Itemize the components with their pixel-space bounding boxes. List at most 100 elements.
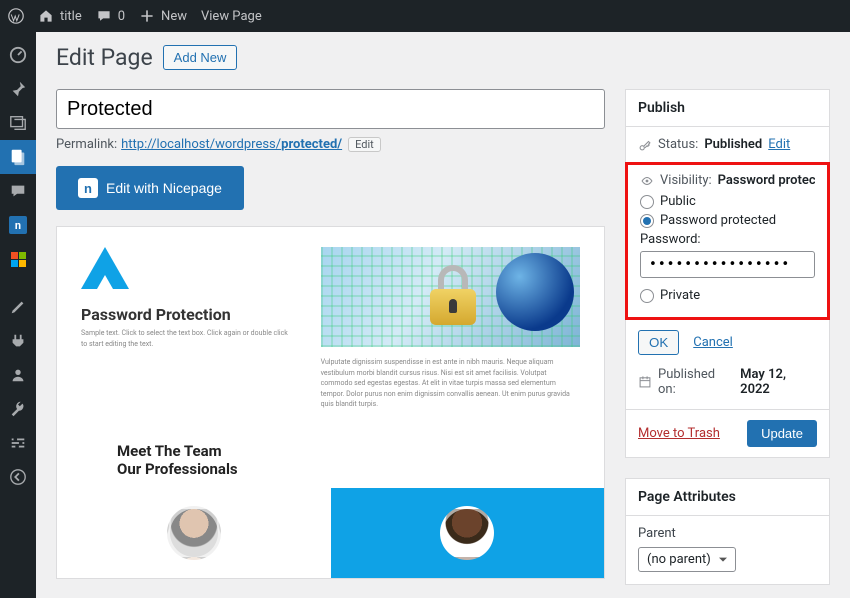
users-icon bbox=[9, 366, 27, 384]
password-input[interactable] bbox=[640, 251, 815, 278]
status-row: Status: Published Edit bbox=[638, 137, 817, 152]
status-label: Status: bbox=[658, 137, 698, 152]
radio-label: Private bbox=[660, 288, 700, 303]
view-page-label: View Page bbox=[201, 9, 262, 24]
media-icon bbox=[9, 114, 27, 132]
visibility-panel-highlighted: Visibility: Password protected Public Pa… bbox=[625, 162, 830, 320]
eye-icon bbox=[640, 174, 654, 188]
permalink-label: Permalink: bbox=[56, 137, 117, 152]
published-value: May 12, 2022 bbox=[740, 367, 817, 397]
page-title-input[interactable] bbox=[56, 89, 605, 129]
preview-hero-image bbox=[321, 247, 580, 347]
calendar-icon bbox=[638, 375, 652, 389]
visibility-ok-button[interactable]: OK bbox=[638, 330, 679, 355]
microsoft-icon bbox=[11, 252, 26, 267]
sidebar-item-nicepage[interactable]: n bbox=[0, 208, 36, 242]
editor-main-column: Permalink: http://localhost/wordpress/pr… bbox=[56, 89, 605, 579]
plus-icon bbox=[139, 8, 155, 24]
team-cards-row bbox=[57, 488, 604, 578]
update-button[interactable]: Update bbox=[747, 420, 817, 447]
comments-icon bbox=[9, 182, 27, 200]
radio-icon bbox=[640, 195, 654, 209]
publish-box-title: Publish bbox=[626, 90, 829, 127]
radio-icon bbox=[640, 214, 654, 228]
visibility-radio-public[interactable]: Public bbox=[640, 194, 815, 209]
page-attributes-metabox: Page Attributes Parent (no parent) bbox=[625, 478, 830, 585]
page-preview: Password Protection Sample text. Click t… bbox=[56, 226, 605, 579]
password-label: Password: bbox=[640, 232, 815, 247]
avatar bbox=[167, 506, 221, 560]
visibility-radio-password[interactable]: Password protected bbox=[640, 213, 815, 228]
edit-with-nicepage-button[interactable]: n Edit with Nicepage bbox=[56, 166, 244, 210]
page-attributes-title: Page Attributes bbox=[626, 479, 829, 516]
team-card bbox=[57, 488, 331, 578]
published-label: Published on: bbox=[658, 367, 734, 397]
sidebar-item-comments[interactable] bbox=[0, 174, 36, 208]
nicepage-badge-icon: n bbox=[78, 178, 98, 198]
preview-section-text: Sample text. Click to select the text bo… bbox=[81, 328, 291, 349]
dashboard-icon bbox=[9, 46, 27, 64]
new-content-link[interactable]: New bbox=[139, 8, 187, 24]
appearance-icon bbox=[9, 298, 27, 316]
radio-label: Password protected bbox=[660, 213, 776, 228]
sidebar-item-media[interactable] bbox=[0, 106, 36, 140]
tools-icon bbox=[9, 400, 27, 418]
visibility-radio-private[interactable]: Private bbox=[640, 288, 815, 303]
team-heading-2: Our Professionals bbox=[117, 460, 544, 478]
page-heading: Edit Page bbox=[56, 44, 153, 71]
status-value: Published bbox=[704, 137, 762, 152]
site-home-link[interactable]: title bbox=[38, 8, 82, 24]
nicepage-icon: n bbox=[9, 216, 27, 234]
team-heading-1: Meet The Team bbox=[117, 442, 544, 460]
sidebar-item-collapse[interactable] bbox=[0, 460, 36, 494]
key-icon bbox=[638, 138, 652, 152]
add-new-button[interactable]: Add New bbox=[163, 45, 238, 70]
triangle-logo-icon bbox=[81, 247, 129, 289]
home-icon bbox=[38, 8, 54, 24]
parent-select-value: (no parent) bbox=[647, 552, 711, 567]
comments-link[interactable]: 0 bbox=[96, 8, 125, 24]
sidebar-item-users[interactable] bbox=[0, 358, 36, 392]
new-label: New bbox=[161, 9, 187, 24]
visibility-cancel-link[interactable]: Cancel bbox=[693, 335, 733, 350]
wp-logo[interactable] bbox=[8, 8, 24, 24]
admin-toolbar: title 0 New View Page bbox=[0, 0, 850, 32]
collapse-icon bbox=[9, 468, 27, 486]
padlock-icon bbox=[430, 265, 476, 325]
radio-label: Public bbox=[660, 194, 696, 209]
visibility-value: Password protected bbox=[718, 173, 815, 188]
admin-sidebar: n bbox=[0, 32, 36, 598]
wordpress-icon bbox=[8, 8, 24, 24]
preview-right-text: Vulputate dignissim suspendisse in est a… bbox=[321, 357, 580, 410]
publish-footer: Move to Trash Update bbox=[626, 409, 829, 457]
move-to-trash-link[interactable]: Move to Trash bbox=[638, 426, 720, 441]
visibility-label: Visibility: bbox=[660, 173, 712, 188]
permalink-row: Permalink: http://localhost/wordpress/pr… bbox=[56, 137, 605, 152]
sidebar-item-tools[interactable] bbox=[0, 392, 36, 426]
sidebar-item-microsoft[interactable] bbox=[0, 242, 36, 276]
sidebar-item-appearance[interactable] bbox=[0, 290, 36, 324]
sidebar-item-dashboard[interactable] bbox=[0, 38, 36, 72]
parent-select[interactable]: (no parent) bbox=[638, 547, 736, 572]
pages-icon bbox=[9, 148, 27, 166]
plugins-icon bbox=[9, 332, 27, 350]
view-page-link[interactable]: View Page bbox=[201, 9, 262, 24]
sidebar-item-pages[interactable] bbox=[0, 140, 36, 174]
main-content: Edit Page Add New Permalink: http://loca… bbox=[36, 32, 850, 598]
permalink-link[interactable]: http://localhost/wordpress/protected/ bbox=[121, 137, 342, 152]
editor-side-column: Publish Status: Published Edit Visibilit… bbox=[625, 89, 830, 598]
permalink-edit-button[interactable]: Edit bbox=[348, 137, 381, 152]
site-title: title bbox=[60, 9, 82, 24]
radio-icon bbox=[640, 289, 654, 303]
comment-icon bbox=[96, 8, 112, 24]
sidebar-item-plugins[interactable] bbox=[0, 324, 36, 358]
pin-icon bbox=[9, 80, 27, 98]
published-date-row: Published on: May 12, 2022 bbox=[638, 367, 817, 397]
parent-label: Parent bbox=[638, 526, 817, 541]
sidebar-item-posts[interactable] bbox=[0, 72, 36, 106]
sidebar-item-settings[interactable] bbox=[0, 426, 36, 460]
publish-metabox: Publish Status: Published Edit Visibilit… bbox=[625, 89, 830, 458]
preview-section-heading: Password Protection bbox=[81, 305, 291, 324]
status-edit-link[interactable]: Edit bbox=[768, 137, 790, 152]
np-button-label: Edit with Nicepage bbox=[106, 180, 222, 196]
